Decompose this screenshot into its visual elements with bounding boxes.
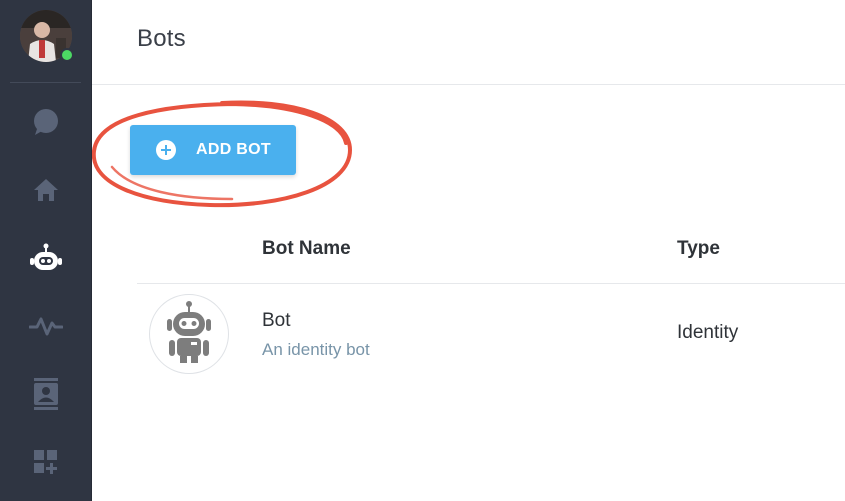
sidebar-item-home[interactable] <box>0 162 92 218</box>
sidebar-divider <box>10 82 81 83</box>
bot-avatar <box>149 294 229 374</box>
sidebar <box>0 0 92 501</box>
main-content: Bots ADD BOT Bot Name Type Bot An identi… <box>92 0 845 501</box>
page-title: Bots <box>137 25 186 52</box>
home-icon <box>32 177 60 203</box>
add-bot-label: ADD BOT <box>196 141 271 158</box>
sidebar-item-activity[interactable] <box>0 298 92 354</box>
plus-circle-icon <box>156 140 176 160</box>
add-bot-button[interactable]: ADD BOT <box>130 125 296 175</box>
app-window: Bots ADD BOT Bot Name Type Bot An identi… <box>0 0 845 501</box>
sidebar-item-chat[interactable] <box>0 94 92 150</box>
header-divider <box>92 84 845 85</box>
activity-icon <box>29 315 63 337</box>
user-avatar[interactable] <box>20 10 74 62</box>
bot-icon <box>29 243 63 273</box>
sidebar-item-bots[interactable] <box>0 230 92 286</box>
column-header-bot-name[interactable]: Bot Name <box>262 238 351 260</box>
chat-icon <box>31 107 61 137</box>
bot-description: An identity bot <box>262 340 370 359</box>
sidebar-item-contacts[interactable] <box>0 366 92 422</box>
add-widget-icon <box>32 448 60 476</box>
robot-icon <box>164 300 214 369</box>
table-row[interactable]: Bot An identity bot Identity <box>137 284 845 384</box>
sidebar-item-widgets[interactable] <box>0 434 92 490</box>
contacts-icon <box>32 378 60 410</box>
column-header-type[interactable]: Type <box>677 238 720 260</box>
bot-name[interactable]: Bot <box>262 310 291 332</box>
online-status-dot <box>60 48 74 62</box>
bot-type: Identity <box>677 322 739 343</box>
